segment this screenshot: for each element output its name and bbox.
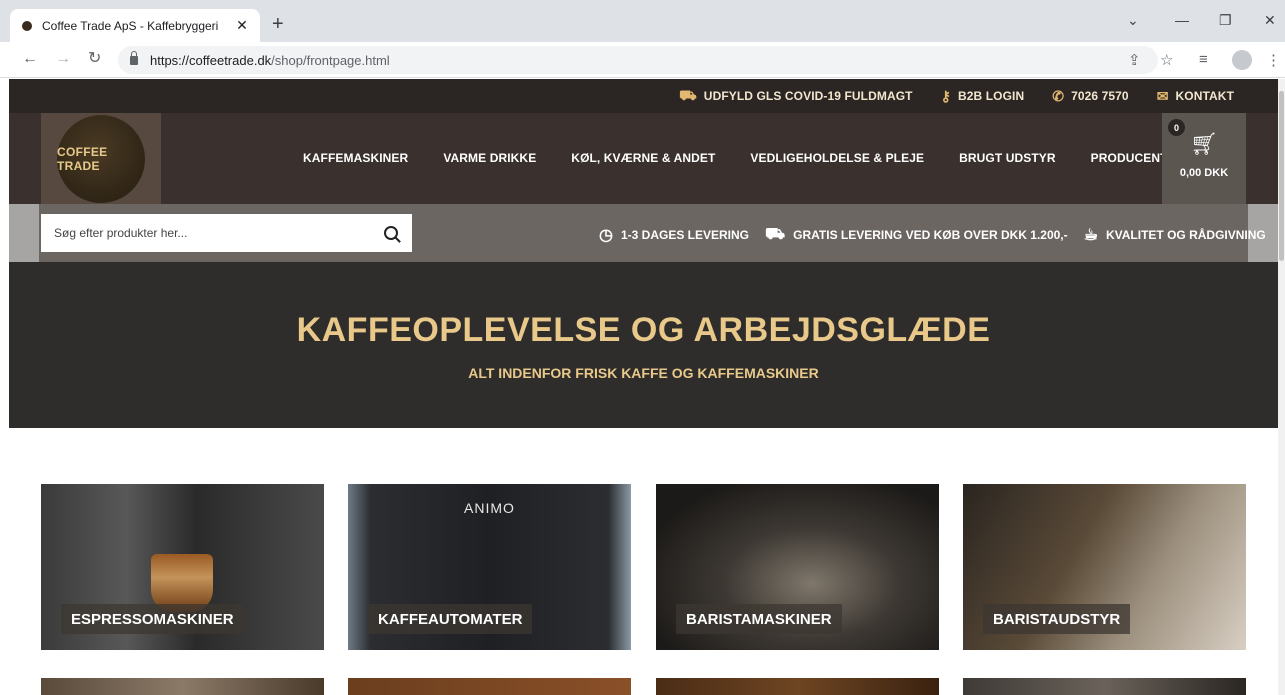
menu-dots-icon[interactable]: ⋮ <box>1266 51 1281 69</box>
nav-item-vedligeholdelse[interactable]: VEDLIGEHOLDELSE & PLEJE <box>750 151 924 165</box>
category-card-row2-1[interactable] <box>41 678 324 695</box>
favicon-icon <box>22 20 32 31</box>
usp-list: ◷ 1-3 DAGES LEVERING ⛟ GRATIS LEVERING VED… <box>599 225 1282 245</box>
coffee-cup-icon: ☕︎ <box>1083 227 1098 244</box>
logo-text: COFFEE TRADE <box>57 144 108 173</box>
reading-list-icon[interactable]: ≡ <box>1199 51 1208 68</box>
nav-item-brugt-udstyr[interactable]: BRUGT UDSTYR <box>959 151 1056 165</box>
hero-subtitle: ALT INDENFOR FRISK KAFFE OG KAFFEMASKINE… <box>468 365 819 381</box>
category-card-espressomaskiner[interactable]: ESPRESSOMASKINER <box>41 484 324 650</box>
brand-logo: ANIMO <box>464 500 515 516</box>
scrollbar-thumb[interactable] <box>1279 91 1284 261</box>
usp-item-free-delivery: ⛟ GRATIS LEVERING VED KØB OVER DKK 1.200,… <box>765 226 1068 243</box>
logo[interactable]: COFFEE TRADE <box>41 113 161 204</box>
category-label: KAFFEAUTOMATER <box>368 604 533 634</box>
category-label: BARISTAUDSTYR <box>983 604 1131 634</box>
topbar-link-phone[interactable]: ✆ 7026 7570 <box>1052 88 1128 105</box>
usp-bar-left-edge <box>9 204 39 262</box>
site-header: COFFEE TRADE KAFFEMASKINER VARME DRIKKE … <box>9 113 1278 204</box>
clock-icon: ◷ <box>599 227 613 244</box>
tab-title: Coffee Trade ApS - Kaffebryggeri <box>42 18 219 33</box>
envelope-icon: ✉ <box>1156 87 1169 104</box>
key-icon: ⚷ <box>940 87 951 104</box>
shopping-cart-icon: 🛒︎ <box>1190 131 1218 156</box>
restore-icon[interactable]: ❐ <box>1219 12 1232 29</box>
usp-item-quality: ☕︎ KVALITET OG RÅDGIVNING <box>1083 227 1266 244</box>
category-card-kaffeautomater[interactable]: ANIMO KAFFEAUTOMATER <box>348 484 631 650</box>
truck-icon: ⛟ <box>679 86 697 103</box>
hero-title: KAFFEOPLEVELSE OG ARBEJDSGLÆDE <box>296 311 991 349</box>
tab-search-icon[interactable]: ⌄ <box>1127 12 1139 29</box>
reload-icon[interactable]: ↻ <box>88 50 101 68</box>
cart-count-badge: 0 <box>1168 119 1185 136</box>
browser-tabstrip: Coffee Trade ApS - Kaffebryggeri ✕ + ⌄ —… <box>0 0 1285 42</box>
new-tab-button[interactable]: + <box>272 14 284 34</box>
lock-icon <box>130 50 138 65</box>
truck-icon: ⛟ <box>765 226 786 243</box>
nav-item-varme-drikke[interactable]: VARME DRIKKE <box>443 151 536 165</box>
profile-avatar-icon[interactable] <box>1232 50 1252 70</box>
url-text: https://coffeetrade.dk/shop/frontpage.ht… <box>150 52 390 68</box>
nav-item-kol-kvaerne[interactable]: KØL, KVÆRNE & ANDET <box>571 151 715 165</box>
phone-icon: ✆ <box>1052 87 1065 104</box>
topbar-link-gls[interactable]: ⛟ UDFYLD GLS COVID-19 FULDMAGT <box>679 87 913 106</box>
search-box <box>41 214 412 252</box>
nav-item-kaffemaskiner[interactable]: KAFFEMASKINER <box>303 151 408 165</box>
category-card-row2-3[interactable] <box>656 678 939 695</box>
category-card-row2-2[interactable] <box>348 678 631 695</box>
category-card-baristamaskiner[interactable]: BARISTAMASKINER <box>656 484 939 650</box>
site-topbar: ⛟ UDFYLD GLS COVID-19 FULDMAGT ⚷ B2B LOGIN… <box>9 79 1278 113</box>
search-icon[interactable] <box>384 226 398 240</box>
forward-arrow-icon[interactable]: → <box>55 50 71 68</box>
category-label: BARISTAMASKINER <box>676 604 842 634</box>
address-bar[interactable]: https://coffeetrade.dk/shop/frontpage.ht… <box>118 46 1158 74</box>
back-arrow-icon[interactable]: ← <box>22 50 38 68</box>
hero-banner: KAFFEOPLEVELSE OG ARBEJDSGLÆDE ALT INDEN… <box>9 262 1278 428</box>
minimize-icon[interactable]: — <box>1175 12 1189 28</box>
usp-item-delivery-time: ◷ 1-3 DAGES LEVERING <box>599 227 749 244</box>
browser-toolbar: ← → ↻ https://coffeetrade.dk/shop/frontp… <box>0 42 1285 78</box>
tab-close-button[interactable]: ✕ <box>234 17 250 34</box>
share-icon[interactable]: ⇪ <box>1128 51 1141 69</box>
topbar-link-kontakt[interactable]: ✉ KONTAKT <box>1157 88 1234 105</box>
search-input[interactable] <box>54 226 384 240</box>
topbar-link-b2b-login[interactable]: ⚷ B2B LOGIN <box>941 88 1025 105</box>
logo-emblem: COFFEE TRADE <box>57 114 145 203</box>
cart-button[interactable]: 0 🛒︎ 0,00 DKK <box>1162 113 1246 204</box>
close-window-icon[interactable]: ✕ <box>1264 12 1276 29</box>
category-card-baristaudstyr[interactable]: BARISTAUDSTYR <box>963 484 1246 650</box>
category-card-row2-4[interactable] <box>963 678 1246 695</box>
nav-item-producent[interactable]: PRODUCENT <box>1091 151 1168 165</box>
cart-total: 0,00 DKK <box>1179 167 1229 179</box>
bookmark-star-icon[interactable]: ☆ <box>1160 51 1173 69</box>
main-nav: KAFFEMASKINER VARME DRIKKE KØL, KVÆRNE &… <box>303 151 1168 165</box>
browser-tab[interactable]: Coffee Trade ApS - Kaffebryggeri ✕ <box>10 9 260 42</box>
page-scrollbar[interactable] <box>1278 79 1285 695</box>
category-label: ESPRESSOMASKINER <box>61 604 244 634</box>
